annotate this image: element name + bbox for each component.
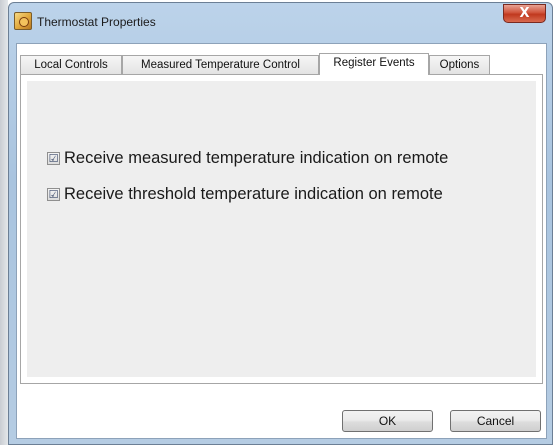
- thermostat-app-icon: [14, 12, 32, 30]
- close-button[interactable]: X: [503, 4, 546, 23]
- tab-local-controls[interactable]: Local Controls: [20, 55, 122, 74]
- close-icon: X: [519, 6, 530, 21]
- dialog-client-area: Local Controls Measured Temperature Cont…: [16, 43, 547, 439]
- checkbox-measured-temperature[interactable]: ☑: [47, 152, 60, 165]
- register-events-content: ☑ Receive measured temperature indicatio…: [27, 81, 536, 377]
- checkbox-threshold-temperature[interactable]: ☑: [47, 188, 60, 201]
- desktop-background: [0, 0, 8, 445]
- title-bar[interactable]: Thermostat Properties X: [9, 3, 552, 43]
- cancel-button[interactable]: Cancel: [450, 410, 541, 432]
- tab-measured-temperature-control[interactable]: Measured Temperature Control: [122, 55, 319, 74]
- ok-button[interactable]: OK: [342, 410, 433, 432]
- option-measured-temperature[interactable]: ☑ Receive measured temperature indicatio…: [47, 149, 448, 168]
- tab-register-events[interactable]: Register Events: [319, 53, 429, 75]
- option-threshold-temperature[interactable]: ☑ Receive threshold temperature indicati…: [47, 185, 443, 204]
- dialog-window: Thermostat Properties X Local Controls M…: [8, 2, 553, 445]
- register-events-panel: ☑ Receive measured temperature indicatio…: [20, 74, 543, 384]
- tab-strip: Local Controls Measured Temperature Cont…: [20, 53, 546, 75]
- checkbox-label: Receive measured temperature indication …: [64, 149, 449, 167]
- window-title: Thermostat Properties: [37, 15, 156, 29]
- checkbox-label: Receive threshold temperature indication…: [64, 185, 443, 203]
- tab-options[interactable]: Options: [429, 55, 490, 74]
